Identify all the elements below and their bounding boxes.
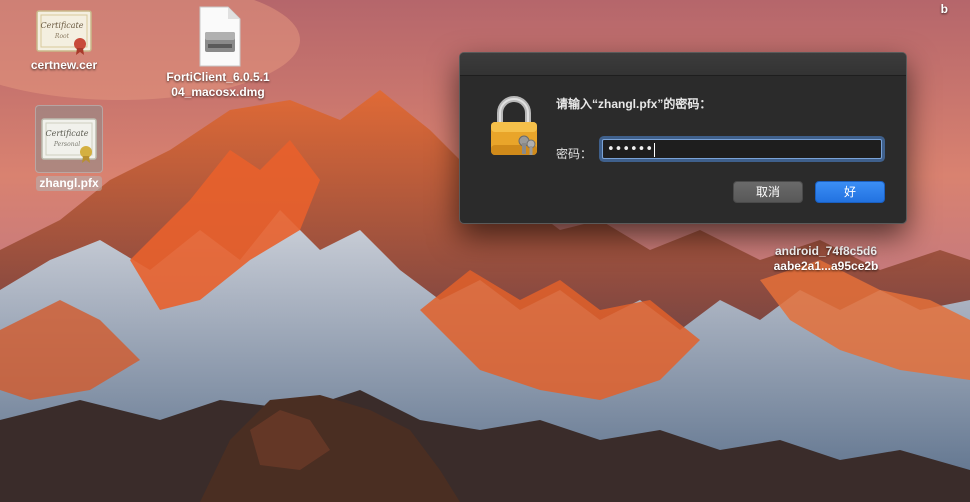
svg-text:Personal: Personal xyxy=(53,141,80,148)
password-value: •••••• xyxy=(607,142,654,157)
certificate-icon: Certificate Personal xyxy=(35,105,103,173)
desktop-icon-zhangl-pfx[interactable]: Certificate Personal zhangl.pfx xyxy=(24,105,114,192)
desktop-icon-label: zhangl.pfx xyxy=(36,176,102,191)
desktop-icon-android-file[interactable]: android_74f8c5d6 aabe2a1...a95ce2b xyxy=(760,244,892,274)
dialog-message: 请输入“zhangl.pfx”的密码： xyxy=(556,97,712,111)
dialog-titlebar[interactable] xyxy=(460,53,906,76)
text-caret xyxy=(654,142,656,157)
certificate-icon: Certificate Root xyxy=(34,6,94,58)
desktop-icon-certnew[interactable]: Certificate Root certnew.cer xyxy=(20,6,108,73)
svg-text:Certificate: Certificate xyxy=(41,21,84,30)
ok-button[interactable]: 好 xyxy=(815,181,885,203)
password-dialog: 请输入“zhangl.pfx”的密码： 密码： •••••• 取消 好 xyxy=(459,52,907,224)
desktop-icon-forticlient-dmg[interactable]: FortiClient_6.0.5.1 04_macosx.dmg xyxy=(156,4,280,100)
lock-keys-icon xyxy=(488,95,540,162)
disk-image-icon xyxy=(188,4,248,70)
svg-text:Root: Root xyxy=(54,33,70,40)
svg-text:Certificate: Certificate xyxy=(46,129,89,138)
desktop-icon-label: android_74f8c5d6 aabe2a1...a95ce2b xyxy=(773,244,879,273)
desktop-icon-label: FortiClient_6.0.5.1 04_macosx.dmg xyxy=(166,70,270,99)
desktop-item-label-fragment: b xyxy=(940,2,948,16)
password-label: 密码： xyxy=(556,147,593,161)
desktop-icon-label: certnew.cer xyxy=(30,58,98,72)
password-field[interactable]: •••••• xyxy=(602,139,882,159)
cancel-button[interactable]: 取消 xyxy=(733,181,803,203)
